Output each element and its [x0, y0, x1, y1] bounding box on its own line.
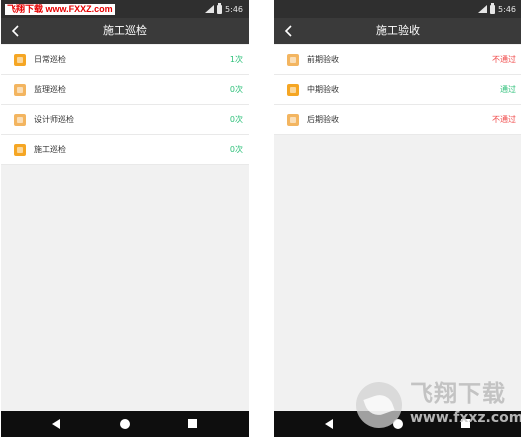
square-recent-icon[interactable] [188, 419, 197, 428]
brand-watermark: 飞翔下载 www.fxxz.com [352, 380, 521, 436]
list-item-count: 0次 [229, 85, 243, 94]
battery-icon [217, 2, 223, 14]
status-bar: 5:46 [274, 0, 521, 18]
brand-title: 飞翔下载 [410, 381, 506, 407]
phone-screen-inspection: 5:46 飞翔下载 www.FXXZ.com 施工巡检 日常巡检 1次 监理巡检… [1, 0, 249, 437]
circle-home-icon[interactable] [120, 419, 130, 429]
status-time: 5:46 [498, 4, 516, 14]
acceptance-list: 前期验收 不通过 中期验收 通过 后期验收 不通过 [274, 45, 521, 135]
page-title: 施工巡检 [103, 24, 147, 37]
checklist-icon [287, 84, 299, 96]
battery-icon [490, 2, 496, 14]
inspection-list: 日常巡检 1次 监理巡检 0次 设计师巡检 0次 施工巡检 0次 [1, 45, 249, 165]
status-badge: 不通过 [492, 55, 516, 64]
signal-icon [205, 5, 215, 13]
list-item-count: 0次 [229, 115, 243, 124]
list-item-label: 施工巡检 [34, 145, 66, 154]
list-item-supervision-inspection[interactable]: 监理巡检 0次 [1, 75, 249, 105]
list-item-count: 0次 [229, 145, 243, 154]
document-icon [287, 54, 299, 66]
list-item-label: 设计师巡检 [34, 115, 74, 124]
document-icon [14, 84, 26, 96]
phone-screen-acceptance: 5:46 施工验收 前期验收 不通过 中期验收 通过 后期验收 不通过 [274, 0, 521, 437]
list-item-count: 1次 [229, 55, 243, 64]
triangle-back-icon[interactable] [52, 419, 60, 429]
document-icon [14, 114, 26, 126]
triangle-back-icon[interactable] [325, 419, 333, 429]
status-badge: 通过 [500, 85, 516, 94]
list-item-label: 后期验收 [307, 115, 339, 124]
status-time: 5:46 [225, 4, 243, 14]
document-icon [287, 114, 299, 126]
app-bar: 施工验收 [274, 18, 521, 44]
checklist-icon [14, 144, 26, 156]
brand-logo-icon [356, 382, 402, 428]
list-item-daily-inspection[interactable]: 日常巡检 1次 [1, 45, 249, 75]
list-item-late-acceptance[interactable]: 后期验收 不通过 [274, 105, 521, 135]
list-item-label: 中期验收 [307, 85, 339, 94]
list-item-designer-inspection[interactable]: 设计师巡检 0次 [1, 105, 249, 135]
signal-icon [478, 5, 488, 13]
list-item-early-acceptance[interactable]: 前期验收 不通过 [274, 45, 521, 75]
page-title: 施工验收 [376, 24, 420, 37]
status-badge: 不通过 [492, 115, 516, 124]
app-bar: 施工巡检 [1, 18, 249, 44]
checklist-icon [14, 54, 26, 66]
watermark-label: 飞翔下载 www.FXXZ.com [5, 4, 115, 15]
list-item-mid-acceptance[interactable]: 中期验收 通过 [274, 75, 521, 105]
list-item-construction-inspection[interactable]: 施工巡检 0次 [1, 135, 249, 165]
list-item-label: 日常巡检 [34, 55, 66, 64]
system-nav-bar [1, 411, 249, 437]
brand-url: www.fxxz.com [410, 410, 521, 426]
list-item-label: 监理巡检 [34, 85, 66, 94]
list-item-label: 前期验收 [307, 55, 339, 64]
